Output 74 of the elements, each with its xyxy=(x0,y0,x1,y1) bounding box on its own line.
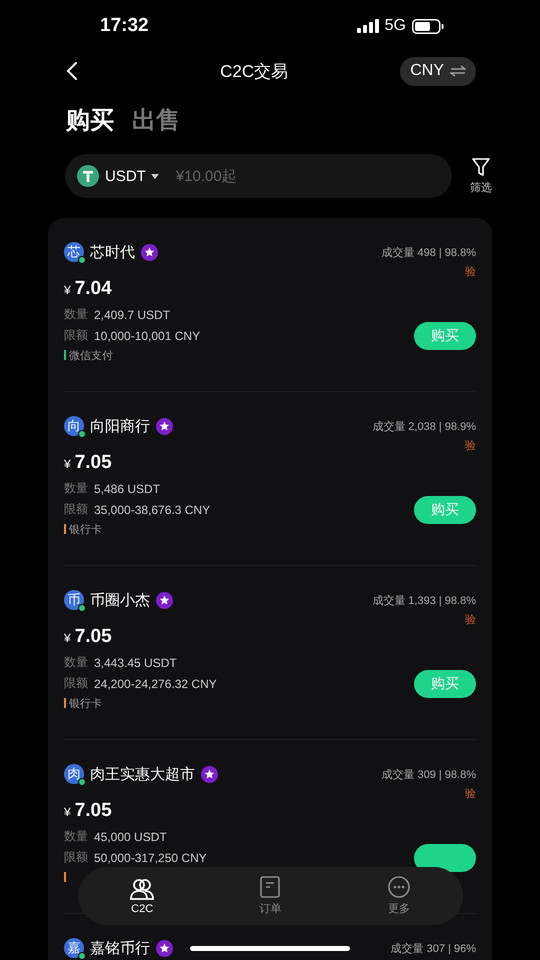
nav-tab[interactable]: 更多 xyxy=(358,876,439,916)
page-title: C2C交易 xyxy=(220,60,288,82)
merchant-name[interactable]: 肉王实惠大超市 xyxy=(90,764,195,784)
avatar: 向 xyxy=(64,416,84,436)
price: 7.04 xyxy=(74,278,112,300)
avatar: 肉 xyxy=(64,764,84,784)
currency-sign: ¥ xyxy=(64,631,71,645)
coin-label[interactable]: USDT xyxy=(105,168,146,184)
trade-stats: 成交量 307 | 96% xyxy=(390,942,476,956)
avatar: 芯 xyxy=(64,242,84,262)
limit-value: 50,000-317,250 CNY xyxy=(94,850,207,864)
currency-sign: ¥ xyxy=(64,805,71,819)
merchant-name[interactable]: 芯时代 xyxy=(90,242,135,262)
nav-tab[interactable]: C2C xyxy=(102,878,182,914)
currency-sign: ¥ xyxy=(64,283,71,297)
star-badge-icon xyxy=(201,766,218,782)
trade-stats: 成交量 1,393 | 98.8% xyxy=(372,594,476,608)
trade-stats: 成交量 498 | 98.8% xyxy=(381,246,476,260)
quantity-value: 2,409.7 USDT xyxy=(94,308,170,322)
verified-label: 验 xyxy=(465,439,476,452)
buy-button[interactable] xyxy=(414,844,476,872)
filter-label[interactable]: 筛选 xyxy=(470,180,492,195)
currency-button[interactable]: CNY xyxy=(400,56,476,86)
trade-stats: 成交量 309 | 98.8% xyxy=(381,768,476,782)
battery-icon xyxy=(412,18,444,34)
document-icon xyxy=(260,876,280,898)
status-time: 17:32 xyxy=(100,15,149,37)
star-badge-icon xyxy=(156,940,173,956)
quantity-label: 数量 xyxy=(64,654,88,671)
price: 7.05 xyxy=(74,626,112,648)
back-icon[interactable] xyxy=(66,62,78,80)
swap-icon xyxy=(450,65,466,77)
price: 7.05 xyxy=(74,800,112,822)
price: 7.05 xyxy=(74,452,112,474)
star-badge-icon xyxy=(156,418,173,434)
verified-label: 验 xyxy=(465,613,476,626)
limit-label: 限额 xyxy=(64,501,88,518)
network-label: 5G xyxy=(384,17,406,35)
trade-tab[interactable]: 出售 xyxy=(132,104,180,144)
coin-icon xyxy=(77,165,99,187)
star-badge-icon xyxy=(141,244,158,260)
avatar: 嘉 xyxy=(64,938,84,958)
limit-value: 10,000-10,001 CNY xyxy=(94,328,200,342)
nav-tab[interactable]: 订单 xyxy=(230,876,310,916)
currency-sign: ¥ xyxy=(64,457,71,471)
caret-icon xyxy=(150,174,159,178)
payment-method: 微信支付 xyxy=(69,348,113,362)
quantity-value: 3,443.45 USDT xyxy=(94,656,177,670)
verified-label: 验 xyxy=(465,265,476,278)
limit-label: 限额 xyxy=(64,675,88,692)
limit-value: 24,200-24,276.32 CNY xyxy=(94,676,217,690)
filter-icon[interactable] xyxy=(471,157,491,177)
merchant-name[interactable]: 向阳商行 xyxy=(90,416,150,436)
limit-label: 限额 xyxy=(64,327,88,344)
merchant-name[interactable]: 币圈小杰 xyxy=(90,590,150,610)
people-icon xyxy=(130,878,154,900)
quantity-label: 数量 xyxy=(64,828,88,845)
trade-tab[interactable]: 购买 xyxy=(66,104,114,144)
signal-icon xyxy=(356,19,379,33)
payment-method: 银行卡 xyxy=(69,522,102,536)
limit-label: 限额 xyxy=(64,849,88,866)
quantity-label: 数量 xyxy=(64,306,88,323)
amount-field[interactable]: USDT ¥10.00起 xyxy=(65,154,452,198)
avatar: 币 xyxy=(64,590,84,610)
star-badge-icon xyxy=(156,592,173,608)
verified-label: 验 xyxy=(465,787,476,800)
quantity-value: 5,486 USDT xyxy=(94,482,160,496)
quantity-value: 45,000 USDT xyxy=(94,830,167,844)
trade-stats: 成交量 2,038 | 98.9% xyxy=(372,420,476,434)
quantity-label: 数量 xyxy=(64,480,88,497)
more-icon xyxy=(388,876,410,898)
payment-method: 银行卡 xyxy=(69,696,102,710)
merchant-name[interactable]: 嘉铭币行 xyxy=(90,938,150,958)
limit-value: 35,000-38,676.3 CNY xyxy=(94,502,210,516)
